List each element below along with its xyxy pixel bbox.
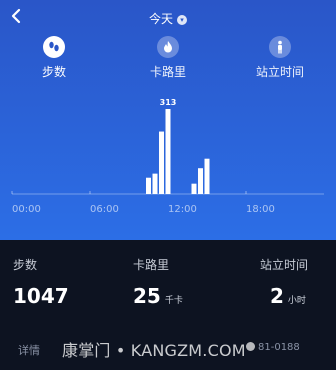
tab-steps[interactable]: 步数 xyxy=(12,36,96,80)
chart-bar xyxy=(191,183,197,194)
stat-label-standing: 站立时间 xyxy=(260,258,309,272)
circle-icon xyxy=(246,342,255,351)
standing-unit: 小时 xyxy=(287,296,306,306)
stat-label-calories: 卡路里 xyxy=(133,258,170,272)
tab-label: 步数 xyxy=(41,65,66,79)
steps-value: 1047 xyxy=(13,284,69,308)
flame-icon xyxy=(157,36,179,58)
peak-value-label: 313 xyxy=(160,98,177,107)
top-bar: 今天 ▾ xyxy=(0,6,336,32)
chart-bar xyxy=(159,131,164,194)
footer-trailing: 81-0188 xyxy=(246,342,330,353)
person-standing-icon xyxy=(269,36,291,58)
calories-unit: 千卡 xyxy=(164,296,183,306)
chart-bar xyxy=(165,109,171,194)
watermark: 康掌门 • KANGZM.COM xyxy=(62,341,246,360)
summary-panel: 步数 卡路里 站立时间 1047 25 千卡 2 小时 详情 康掌门 • KANGZ… xyxy=(0,240,336,370)
x-tick-label: 00:00 xyxy=(12,204,41,215)
details-link[interactable]: 详情 xyxy=(18,342,40,358)
standing-value: 2 小时 xyxy=(270,284,306,308)
steps-bar-chart: 00:00 06:00 12:00 18:00 313 xyxy=(11,98,324,215)
stat-label-steps: 步数 xyxy=(13,258,38,272)
date-selector[interactable]: 今天 ▾ xyxy=(0,10,336,27)
chart-bar xyxy=(152,173,158,194)
activity-header-panel: 今天 ▾ 步数 卡路里 站立时间 00:00 06:00 12:00 18:00… xyxy=(0,0,336,240)
chevron-down-icon: ▾ xyxy=(177,15,187,25)
x-tick-label: 06:00 xyxy=(90,204,119,215)
calories-value: 25 千卡 xyxy=(133,284,183,308)
tab-label: 卡路里 xyxy=(149,65,186,79)
tab-standing-time[interactable]: 站立时间 xyxy=(238,36,322,80)
tab-label: 站立时间 xyxy=(255,65,304,79)
x-tick-label: 12:00 xyxy=(168,204,197,215)
chart-bar xyxy=(198,168,203,194)
footsteps-icon xyxy=(43,36,65,58)
page-title: 今天 xyxy=(148,12,173,26)
chart-bar xyxy=(204,158,210,194)
metric-tabs: 步数 卡路里 站立时间 xyxy=(0,36,336,79)
tab-calories[interactable]: 卡路里 xyxy=(126,36,210,80)
x-tick-label: 18:00 xyxy=(246,204,275,215)
chart-bar xyxy=(146,177,151,194)
